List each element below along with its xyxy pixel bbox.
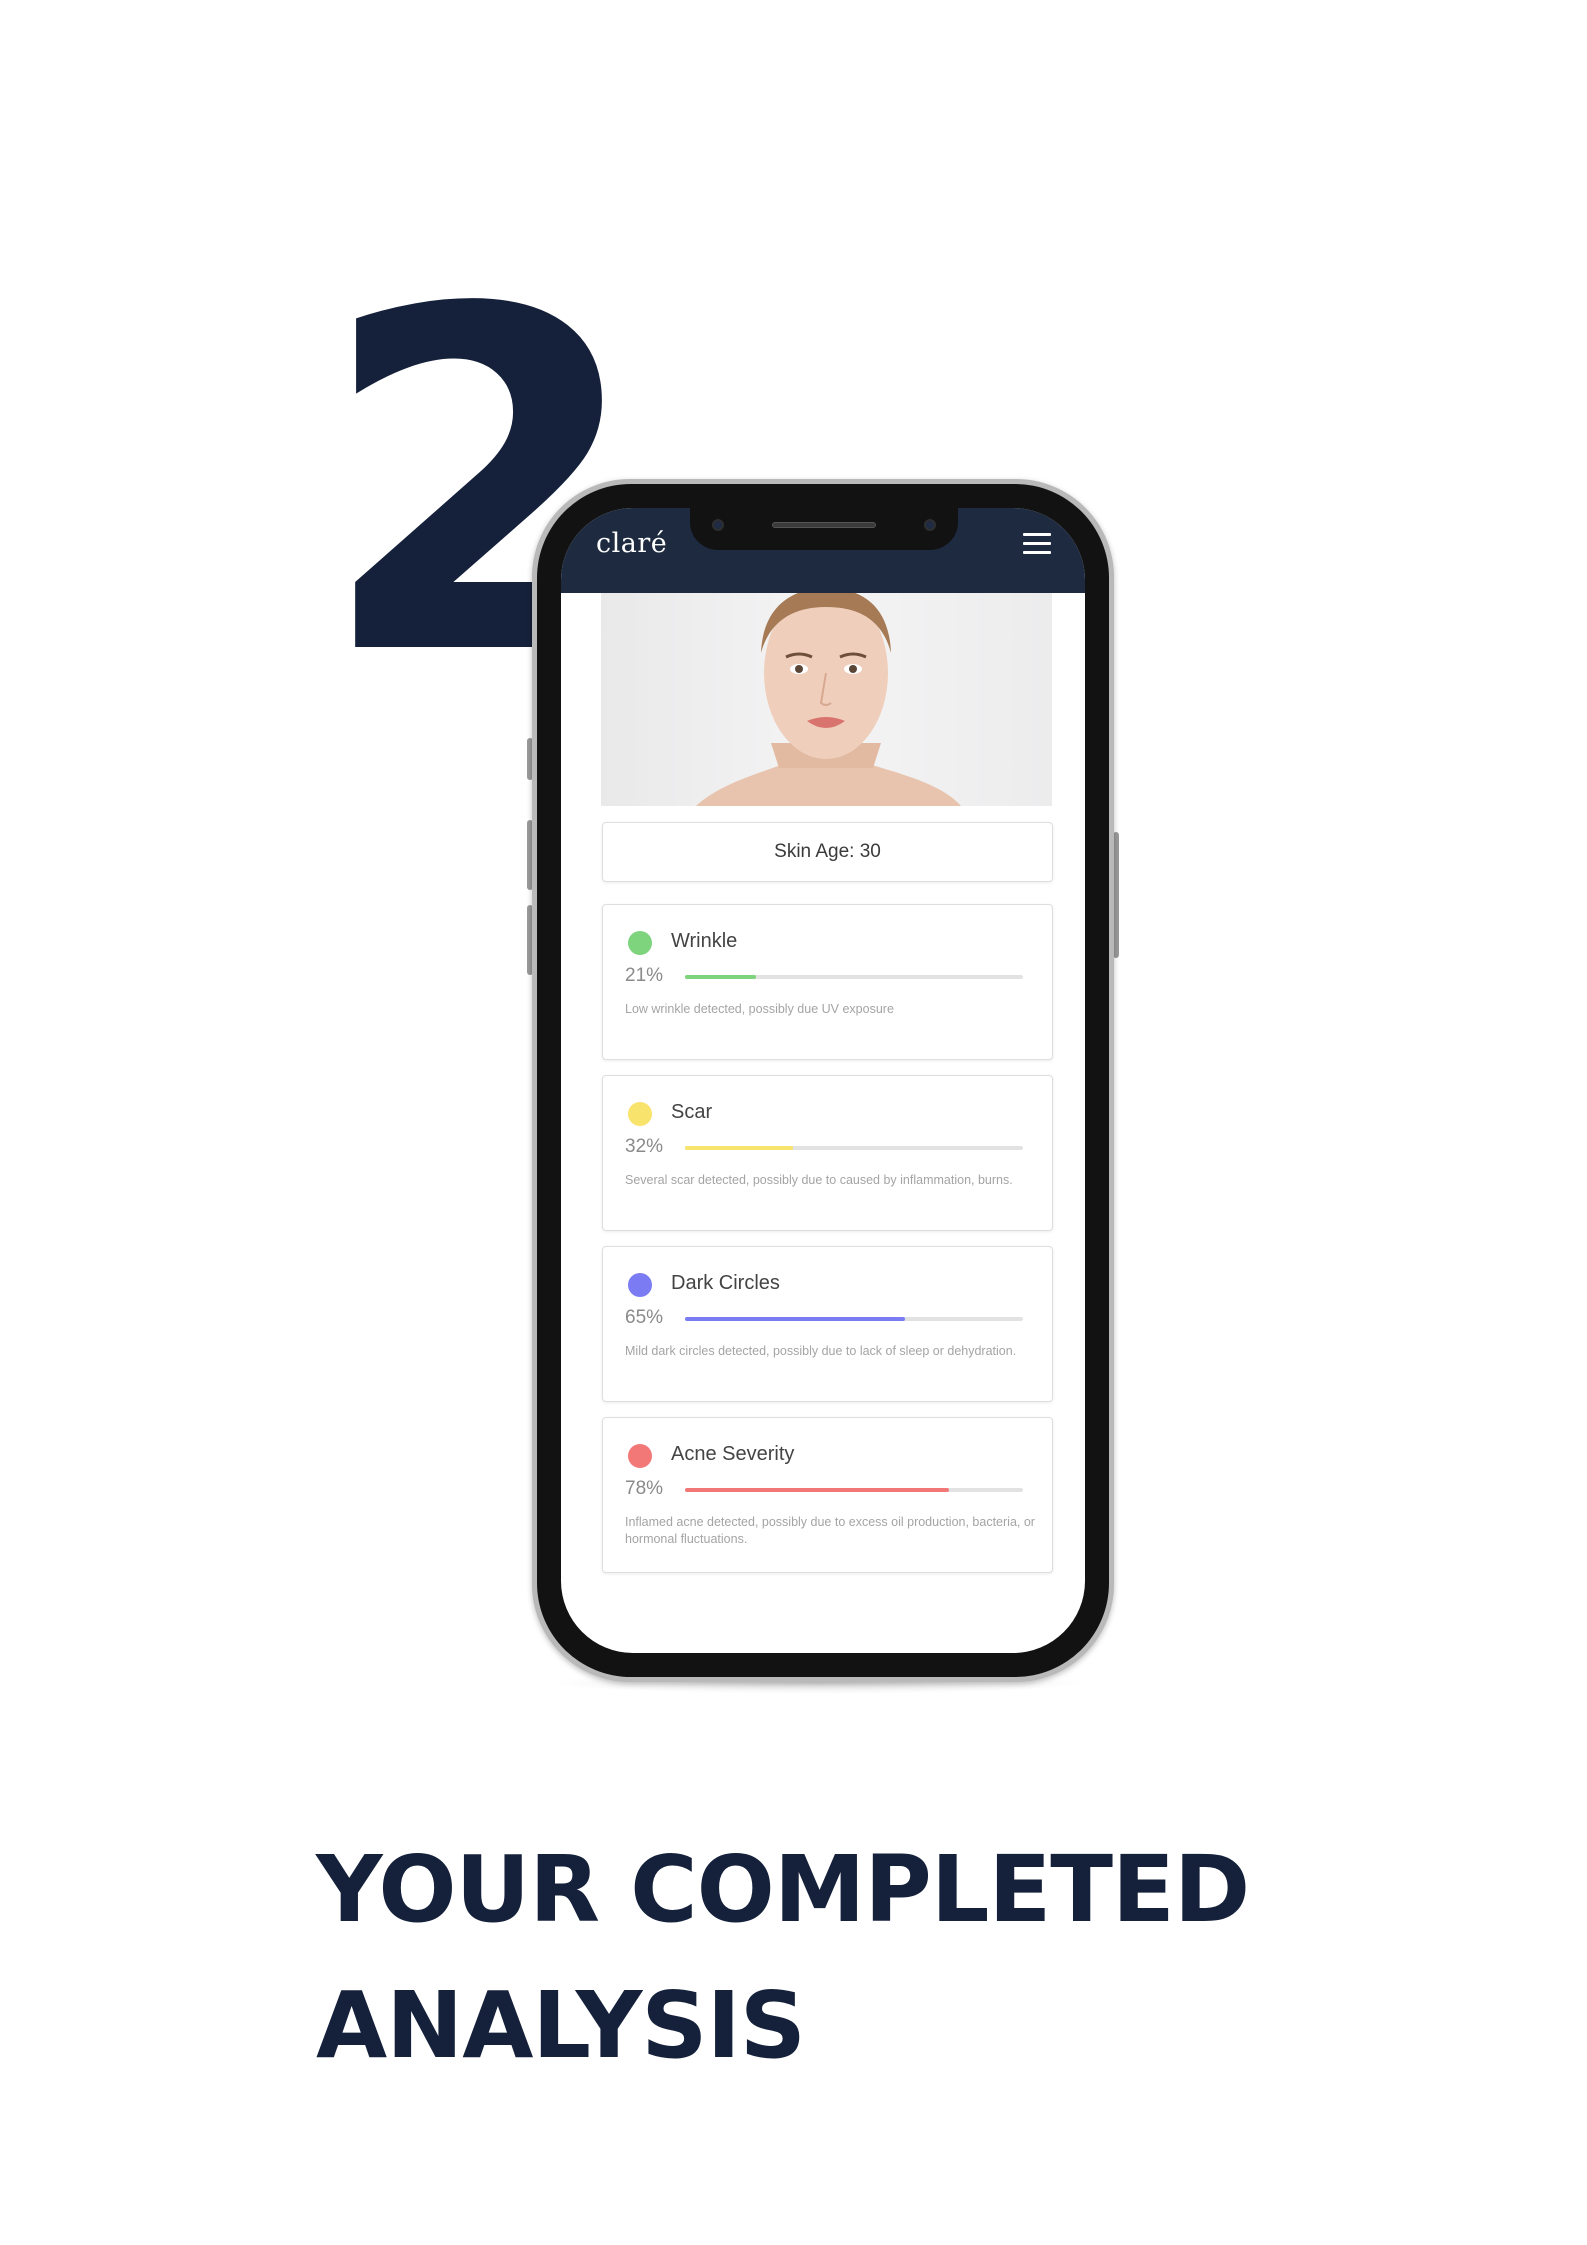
sensor-icon	[924, 519, 936, 531]
metric-percent: 32%	[625, 1136, 664, 1157]
skin-age-label: Skin Age: 30	[774, 841, 881, 862]
face-portrait	[696, 593, 961, 806]
metric-percent: 21%	[625, 965, 664, 986]
metric-progress-fill	[685, 1488, 949, 1492]
metric-progress-track	[685, 1317, 1023, 1321]
face-photo	[601, 593, 1052, 806]
metric-status-dot	[628, 931, 652, 955]
headline: YOUR COMPLETED ANALYSIS	[316, 1822, 1250, 2094]
metric-description: Low wrinkle detected, possibly due UV ex…	[625, 1002, 894, 1016]
metric-card-acne-severity[interactable]: Acne Severity 78% Inflamed acne detected…	[602, 1417, 1053, 1573]
metric-description: Inflamed acne detected, possibly due to …	[625, 1515, 1035, 1546]
headline-line-2: ANALYSIS	[316, 1972, 806, 2079]
metric-name: Wrinkle	[671, 930, 738, 952]
metric-progress-track	[685, 1488, 1023, 1492]
phone-notch	[690, 508, 958, 550]
metric-progress-fill	[685, 1317, 905, 1321]
phone-mockup: claré Skin Age: 30 Wrinkle 21% Low wrink…	[532, 479, 1114, 1682]
metric-name: Acne Severity	[671, 1443, 795, 1465]
brand-logo[interactable]: claré	[596, 528, 667, 559]
metric-description: Several scar detected, possibly due to c…	[625, 1173, 1013, 1187]
phone-body: claré Skin Age: 30 Wrinkle 21% Low wrink…	[537, 484, 1109, 1677]
camera-icon	[712, 519, 724, 531]
metric-progress-fill	[685, 975, 756, 979]
metric-description: Mild dark circles detected, possibly due…	[625, 1344, 1017, 1358]
metric-card-scar[interactable]: Scar 32% Several scar detected, possibly…	[602, 1075, 1053, 1231]
skin-age-card: Skin Age: 30	[602, 822, 1053, 882]
metric-status-dot	[628, 1444, 652, 1468]
metric-status-dot	[628, 1273, 652, 1297]
metric-percent: 78%	[625, 1478, 664, 1499]
metric-card-wrinkle[interactable]: Wrinkle 21% Low wrinkle detected, possib…	[602, 904, 1053, 1060]
phone-screen: claré Skin Age: 30 Wrinkle 21% Low wrink…	[561, 508, 1085, 1653]
metric-name: Scar	[671, 1101, 713, 1123]
hamburger-menu-icon[interactable]	[1023, 533, 1051, 555]
metric-progress-track	[685, 975, 1023, 979]
metric-progress-fill	[685, 1146, 794, 1150]
metric-name: Dark Circles	[671, 1272, 780, 1294]
metric-progress-track	[685, 1146, 1023, 1150]
headline-line-1: YOUR COMPLETED	[316, 1836, 1250, 1943]
metric-percent: 65%	[625, 1307, 664, 1328]
metric-card-dark-circles[interactable]: Dark Circles 65% Mild dark circles detec…	[602, 1246, 1053, 1402]
speaker-grille	[772, 522, 876, 528]
metric-status-dot	[628, 1102, 652, 1126]
